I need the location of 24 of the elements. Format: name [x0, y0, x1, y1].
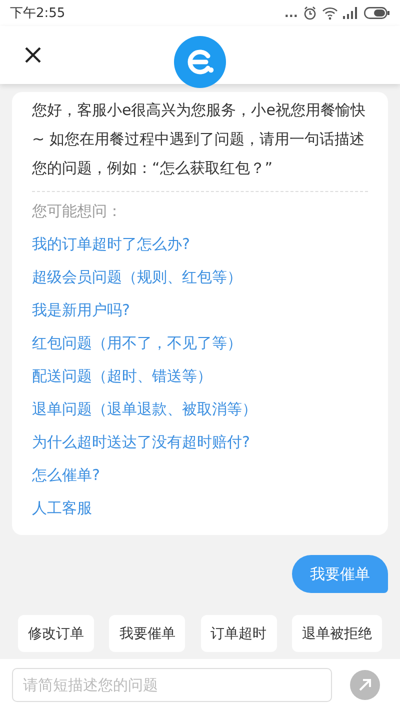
message-input[interactable]: 请简短描述您的问题: [12, 668, 332, 702]
quick-reply-button[interactable]: 退单被拒绝: [292, 615, 382, 652]
quick-reply-button[interactable]: 订单超时: [200, 615, 277, 652]
arrow-icon: [357, 677, 373, 693]
alarm-icon: [303, 6, 317, 20]
battery-icon: [364, 7, 390, 19]
quick-reply-button[interactable]: 我要催单: [109, 615, 186, 652]
wifi-icon: [322, 6, 338, 20]
suggestion-link[interactable]: 退单问题（退单退款、被取消等）: [32, 393, 368, 426]
suggestion-link[interactable]: 红包问题（用不了，不见了等）: [32, 327, 368, 360]
status-time: 下午2:55: [10, 5, 66, 22]
suggestion-link[interactable]: 我的订单超时了怎么办?: [32, 228, 368, 261]
greeting-text: 您好，客服小e很高兴为您服务，小e祝您用餐愉快~ 如您在用餐过程中遇到了问题，请用一句话描述您的问题，例如：“怎么获取红包？”: [32, 100, 366, 179]
user-message-bubble: 我要催单: [292, 555, 388, 593]
suggestion-link[interactable]: 人工客服: [32, 492, 368, 525]
suggestion-link[interactable]: 怎么催单?: [32, 459, 368, 492]
suggestion-link[interactable]: 为什么超时送达了没有超时赔付?: [32, 426, 368, 459]
signal-icon: [343, 7, 359, 19]
suggestion-link[interactable]: 配送问题（超时、错送等）: [32, 360, 368, 393]
notification-dots: ...: [284, 6, 298, 20]
suggestions-title: 您可能想问：: [32, 201, 123, 222]
suggestion-link[interactable]: 我是新用户吗?: [32, 294, 368, 327]
quick-reply-button[interactable]: 修改订单: [18, 615, 94, 652]
suggestion-link[interactable]: 超级会员问题（规则、红包等）: [32, 261, 368, 294]
